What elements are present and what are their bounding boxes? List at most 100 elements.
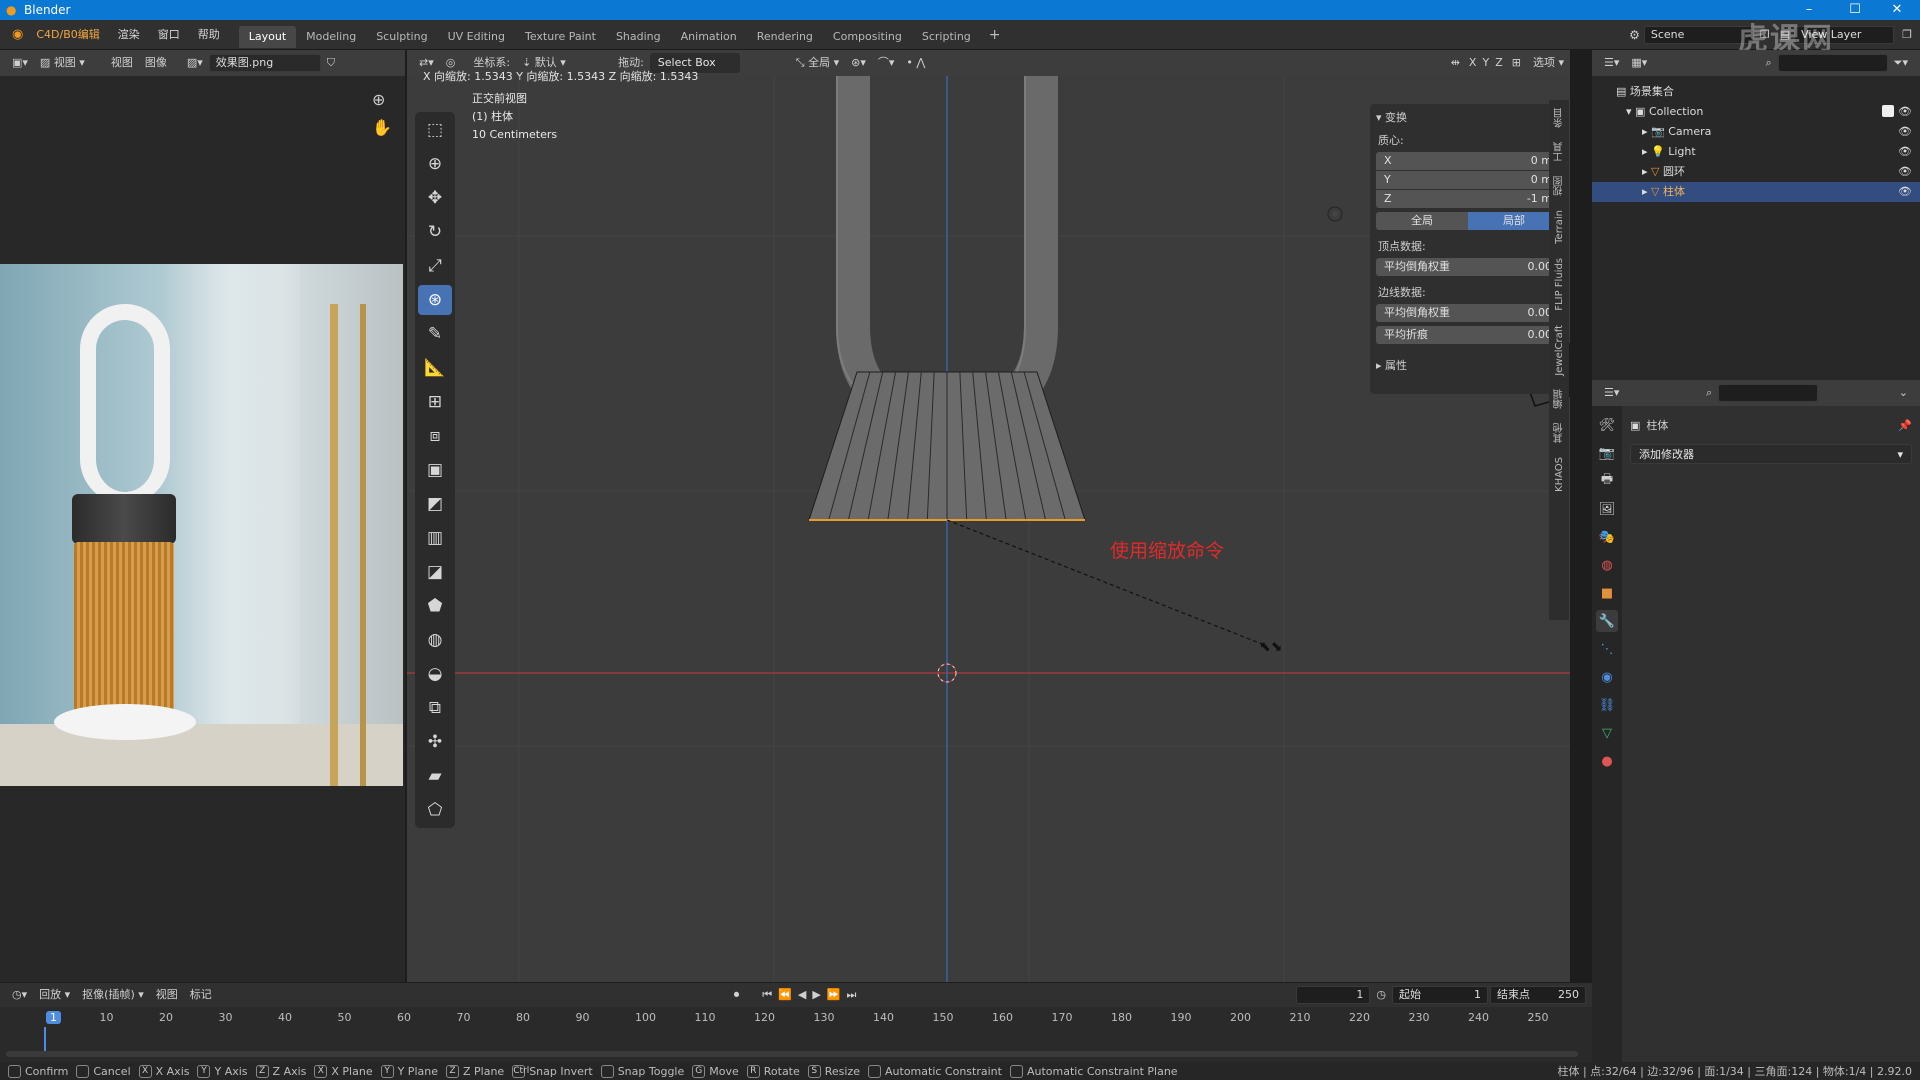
tab-jewelcraft[interactable]: JewelCraft (1554, 325, 1565, 376)
annotate-tool-icon[interactable]: ✎ (418, 319, 452, 349)
timeline-editor-icon[interactable]: ◷▾ (6, 985, 33, 1005)
add-workspace-icon[interactable]: + (981, 27, 1009, 43)
image-name-field[interactable]: 效果图.png (208, 54, 321, 72)
timeline-scrollbar[interactable] (6, 1051, 1578, 1057)
knife-tool-icon[interactable]: ◪ (418, 557, 452, 587)
close-button[interactable]: ✕ (1874, 0, 1920, 20)
median-z-field[interactable]: Z -1 m (1376, 190, 1560, 208)
loop-cut-tool-icon[interactable]: ▥ (418, 523, 452, 553)
outliner-item-cylinder[interactable]: ▸ ▽ 柱体 👁 (1592, 182, 1920, 202)
view-layer-new-icon[interactable]: ❐ (1894, 28, 1920, 41)
add-cube-tool-icon[interactable]: ⊞ (418, 387, 452, 417)
menu-render[interactable]: 渲染 (109, 20, 149, 50)
transform-tool-icon[interactable]: ⊛ (418, 285, 452, 315)
tab-flip-fluids[interactable]: FLIP Fluids (1554, 258, 1565, 311)
particles-tab-icon[interactable]: ⋱ (1596, 638, 1618, 660)
current-frame-field[interactable]: 1 (1296, 986, 1371, 1004)
eye-icon[interactable]: 👁 (1898, 182, 1912, 202)
pivot-dropdown[interactable]: ⤡ 全局 ▾ (790, 53, 845, 73)
frame-ruler[interactable]: 1 10 20 30 40 50 60 70 80 90 100 110 120 130 140 150 160… (0, 1009, 1592, 1029)
axis-y-toggle[interactable]: Y (1479, 53, 1492, 73)
outliner-editor-icon[interactable]: ☰▾ (1598, 53, 1625, 73)
rotate-tool-icon[interactable]: ↻ (418, 217, 452, 247)
view-layer-tab-icon[interactable]: 🖼 (1596, 498, 1618, 520)
spin-tool-icon[interactable]: ◍ (418, 625, 452, 655)
local-toggle[interactable]: 局部 (1468, 212, 1560, 230)
menu-marker[interactable]: 标记 (184, 985, 218, 1005)
move-tool-icon[interactable]: ✥ (418, 183, 452, 213)
edge-bevel-weight-field[interactable]: 平均倒角权重 0.00 (1376, 304, 1560, 322)
tab-edit[interactable]: 编辑 (1552, 389, 1567, 409)
scene-tab-icon[interactable]: 🎭 (1596, 526, 1618, 548)
menu-image[interactable]: 图像 (139, 53, 173, 73)
median-x-field[interactable]: X0 m (1376, 152, 1560, 170)
outliner-scene-collection[interactable]: ▤ 场景集合 (1592, 82, 1920, 102)
tab-other[interactable]: 其他 (1552, 423, 1567, 443)
physics-tab-icon[interactable]: ◉ (1596, 666, 1618, 688)
eye-icon[interactable]: 👁 (1898, 142, 1912, 162)
outliner-item-camera[interactable]: ▸ 📷 Camera 👁 (1592, 122, 1920, 142)
collection-checkbox-icon[interactable] (1882, 105, 1894, 117)
pan-hand-icon[interactable]: ✋ (372, 118, 392, 137)
tab-tool[interactable]: 工具 (1552, 142, 1567, 162)
extrude-tool-icon[interactable]: ⧈ (418, 421, 452, 451)
output-tab-icon[interactable]: 🖶 (1596, 470, 1618, 492)
tab-rendering[interactable]: Rendering (747, 26, 823, 48)
inset-tool-icon[interactable]: ▣ (418, 455, 452, 485)
filter-icon[interactable]: ⏷▾ (1888, 53, 1914, 73)
tab-texture-paint[interactable]: Texture Paint (515, 26, 606, 48)
display-mode-icon[interactable]: ▦▾ (1625, 53, 1653, 73)
menu-keying[interactable]: 抠像(插帧) ▾ (76, 985, 150, 1005)
smooth-tool-icon[interactable]: ◒ (418, 659, 452, 689)
measure-tool-icon[interactable]: 📐 (418, 353, 452, 383)
image-view-mode[interactable]: ▨ 视图 ▾ (34, 53, 91, 73)
outliner-search-input[interactable] (1777, 54, 1888, 72)
clock-icon[interactable]: ◷ (1370, 985, 1392, 1005)
shrink-fatten-tool-icon[interactable]: ✣ (418, 727, 452, 757)
object-tab-icon[interactable]: ■ (1596, 582, 1618, 604)
eye-icon[interactable]: 👁 (1898, 102, 1912, 122)
next-keyframe-icon[interactable]: ⏩ (824, 985, 844, 1005)
outliner-item-torus[interactable]: ▸ ▽ 圆环 👁 (1592, 162, 1920, 182)
add-modifier-dropdown[interactable]: 添加修改器 ▾ (1630, 444, 1912, 464)
jump-start-icon[interactable]: ⏮ (759, 985, 775, 1005)
play-icon[interactable]: ▶ (809, 985, 823, 1005)
tab-shading[interactable]: Shading (606, 26, 671, 48)
tab-sculpting[interactable]: Sculpting (366, 26, 437, 48)
snap-icon[interactable]: ⊛▾ (845, 53, 872, 73)
menu-edit[interactable]: C4D/B0编辑 (27, 20, 108, 50)
world-tab-icon[interactable]: ◍ (1596, 554, 1618, 576)
rip-tool-icon[interactable]: ⬠ (418, 795, 452, 825)
data-tab-icon[interactable]: ▽ (1596, 722, 1618, 744)
scene-icon[interactable]: ⚙ (1625, 28, 1644, 42)
record-icon[interactable]: ⏺ (728, 985, 746, 1005)
start-frame-field[interactable]: 起始 1 (1392, 986, 1488, 1004)
axis-x-toggle[interactable]: X (1466, 53, 1480, 73)
transform-section-header[interactable]: ▾ 变换 (1376, 108, 1560, 126)
app-menu-icon[interactable]: ◉ (8, 27, 27, 42)
bevel-tool-icon[interactable]: ◩ (418, 489, 452, 519)
tab-compositing[interactable]: Compositing (823, 26, 912, 48)
menu-timeline-view[interactable]: 视图 (150, 985, 184, 1005)
image-browse-icon[interactable]: ▨▾ (181, 53, 209, 73)
properties-search-input[interactable] (1718, 384, 1819, 402)
poly-build-tool-icon[interactable]: ⬟ (418, 591, 452, 621)
scale-tool-icon[interactable]: ⤢ (418, 251, 452, 281)
end-frame-field[interactable]: 结束点 250 (1490, 986, 1586, 1004)
play-reverse-icon[interactable]: ◀ (795, 985, 809, 1005)
mirror-icon[interactable]: ⇹ (1445, 53, 1466, 73)
falloff-icon[interactable]: • ⋀ (900, 53, 931, 73)
cursor-tool-icon[interactable]: ⊕ (418, 149, 452, 179)
editor-type-icon[interactable]: ▣▾ (6, 53, 34, 73)
prev-keyframe-icon[interactable]: ⏪ (775, 985, 795, 1005)
select-box-tool-icon[interactable]: ⬚ (418, 115, 452, 145)
options-dropdown[interactable]: 选项 ▾ (1527, 53, 1570, 73)
axis-z-toggle[interactable]: Z (1492, 53, 1506, 73)
properties-editor-icon[interactable]: ☰▾ (1598, 383, 1625, 403)
pin-icon[interactable]: 📌 (1898, 419, 1912, 432)
eye-icon[interactable]: 👁 (1898, 162, 1912, 182)
tab-modeling[interactable]: Modeling (296, 26, 366, 48)
proportional-icon[interactable]: ⌒▾ (872, 53, 901, 73)
tab-item[interactable]: 条目 (1552, 108, 1567, 128)
3d-viewport[interactable]: ⇄▾ ◎ 坐标系: ⇣ 默认 ▾ 拖动: Select Box ⤡ 全局 ▾ ⊛… (407, 50, 1570, 982)
